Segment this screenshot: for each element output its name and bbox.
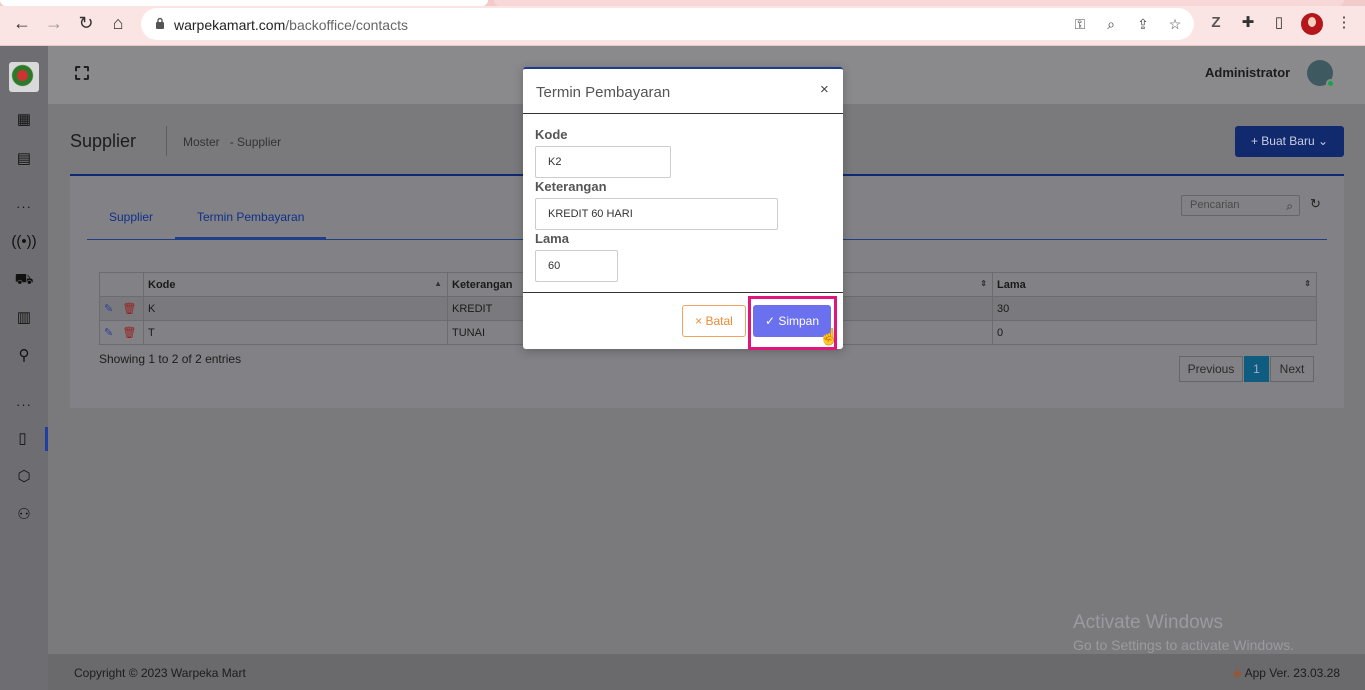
home-icon[interactable]: ⌂	[108, 13, 128, 33]
refresh-icon[interactable]: ↻	[1310, 196, 1321, 212]
back-icon[interactable]: ←	[12, 13, 32, 33]
keterangan-label: Keterangan	[535, 179, 607, 194]
modal-title: Termin Pembayaran	[536, 84, 671, 101]
breadcrumb-item: - Supplier	[229, 135, 282, 149]
breadcrumb-item[interactable]: Moster	[183, 135, 220, 149]
hand-cursor-icon: ☝	[819, 329, 839, 346]
tab-termin-pembayaran[interactable]: Termin Pembayaran	[197, 210, 304, 224]
column-header-lama[interactable]: Lama ⇕	[992, 272, 1317, 297]
url-text[interactable]: warpekamart.com/backoffice/contacts	[174, 17, 408, 33]
page-title: Supplier	[70, 131, 137, 151]
pager-next[interactable]: Next	[1270, 356, 1314, 382]
reload-icon[interactable]: ↻	[76, 13, 96, 33]
app-logo[interactable]	[9, 62, 39, 92]
delete-trash-icon[interactable]: 🗑	[122, 327, 136, 339]
cancel-button[interactable]: × Batal	[682, 305, 746, 337]
tab-supplier[interactable]: Supplier	[109, 210, 153, 224]
extensions-puzzle-icon[interactable]: ✚	[1239, 14, 1257, 32]
modal-header-divider	[523, 113, 843, 114]
side-panel-icon[interactable]: ▯	[1270, 14, 1288, 32]
paperclip-icon[interactable]: ⚲	[0, 344, 48, 368]
browser-toolbar: ← → ↻ ⌂ warpekamart.com/backoffice/conta…	[0, 0, 1365, 46]
watermark-line1: Activate Windows	[1073, 612, 1223, 633]
keterangan-input[interactable]: KREDIT 60 HARI	[535, 198, 778, 230]
kode-label: Kode	[535, 127, 568, 142]
lama-input[interactable]: 60	[535, 250, 618, 282]
profile-avatar[interactable]	[1301, 13, 1323, 35]
cell-kode: T	[143, 320, 448, 345]
app-version-text: App Ver. 23.03.28	[1244, 666, 1340, 680]
url-path: /backoffice/contacts	[285, 17, 408, 33]
sort-asc-icon: ▲	[434, 279, 442, 288]
active-tab-indicator	[175, 237, 326, 240]
lama-label: Lama	[535, 231, 569, 246]
delete-trash-icon[interactable]: 🗑	[122, 303, 136, 315]
footer: Copyright © 2023 Warpeka Mart ◈ App Ver.…	[48, 654, 1365, 690]
cell-lama: 0	[992, 320, 1317, 345]
lock-icon	[156, 17, 164, 29]
edit-pencil-icon[interactable]: ✎	[104, 327, 113, 339]
row-actions: ✎ 🗑	[99, 296, 144, 321]
pager-current-page[interactable]: 1	[1244, 356, 1269, 382]
zotero-extension-icon[interactable]: Z	[1207, 14, 1225, 32]
sort-icon: ⇕	[980, 279, 987, 288]
users-icon[interactable]: ⚇	[0, 503, 48, 527]
column-header-kode[interactable]: Kode ▲	[143, 272, 448, 297]
contacts-book-icon[interactable]: ▯	[0, 427, 48, 451]
close-icon[interactable]: ×	[820, 81, 829, 98]
user-avatar[interactable]	[1307, 60, 1335, 88]
browser-tab[interactable]	[494, 0, 1344, 6]
key-icon[interactable]: ⚿	[1072, 16, 1088, 32]
url-host: warpekamart.com	[174, 17, 286, 33]
broadcast-icon[interactable]: ((•))	[0, 230, 48, 254]
section-dots: ···	[16, 199, 32, 214]
dashboard-icon[interactable]: ▦	[0, 108, 48, 132]
section-dots: ···	[16, 397, 32, 412]
sort-icon: ⇕	[1304, 279, 1311, 288]
table-info: Showing 1 to 2 of 2 entries	[99, 352, 242, 366]
copyright-text: Copyright © 2023 Warpeka Mart	[74, 666, 246, 680]
actions-header	[99, 272, 144, 297]
kode-input[interactable]: K2	[535, 146, 671, 178]
edit-pencil-icon[interactable]: ✎	[104, 303, 113, 315]
fullscreen-icon[interactable]	[75, 66, 89, 80]
breadcrumb: Moster - Supplier	[183, 135, 281, 149]
search-placeholder: Pencarian	[1190, 199, 1240, 211]
online-status-dot	[1326, 79, 1335, 88]
user-name[interactable]: Administrator	[1205, 65, 1290, 80]
share-icon[interactable]: ⇪	[1135, 16, 1151, 32]
title-divider	[166, 126, 167, 156]
browser-tab[interactable]	[0, 0, 488, 6]
bookmark-star-icon[interactable]: ☆	[1167, 16, 1183, 32]
create-new-label: + Buat Baru	[1250, 134, 1315, 148]
clipboard-icon[interactable]: ▤	[0, 147, 48, 171]
watermark-line2: Go to Settings to activate Windows.	[1073, 637, 1294, 653]
column-header-label: Keterangan	[452, 278, 513, 291]
cell-lama: 30	[992, 296, 1317, 321]
windows-activation-watermark: Activate Windows Go to Settings to activ…	[1073, 612, 1294, 653]
cell-kode: K	[143, 296, 448, 321]
termin-pembayaran-modal: Termin Pembayaran × Kode K2 Keterangan K…	[523, 67, 843, 350]
modal-footer-divider	[523, 292, 843, 293]
search-icon[interactable]: ⌕	[1286, 199, 1293, 214]
app-version: ◈ App Ver. 23.03.28	[1233, 666, 1340, 680]
browser-menu-icon[interactable]: ⋮	[1335, 14, 1353, 32]
column-header-label: Lama	[997, 278, 1026, 291]
search-input[interactable]: Pencarian ⌕	[1181, 195, 1300, 216]
chevron-down-icon: ⌄	[1318, 134, 1329, 148]
pager-previous[interactable]: Previous	[1179, 356, 1243, 382]
forward-icon[interactable]: →	[44, 13, 64, 33]
box-icon[interactable]: ⬡	[0, 465, 48, 489]
zoom-icon[interactable]: ⌕	[1103, 16, 1119, 32]
create-new-button[interactable]: + Buat Baru ⌄	[1235, 126, 1344, 157]
row-actions: ✎ 🗑	[99, 320, 144, 345]
cart-icon[interactable]: ⛟	[0, 268, 48, 292]
layers-icon: ◈	[1232, 666, 1242, 680]
column-header-label: Kode	[148, 278, 176, 291]
address-bar[interactable]: warpekamart.com/backoffice/contacts ⚿ ⌕ …	[141, 8, 1194, 40]
calculator-icon[interactable]: ▥	[0, 306, 48, 330]
sidebar: ▦ ▤ ··· ((•)) ⛟ ▥ ⚲ ··· ▯ ⬡ ⚇	[0, 46, 48, 690]
